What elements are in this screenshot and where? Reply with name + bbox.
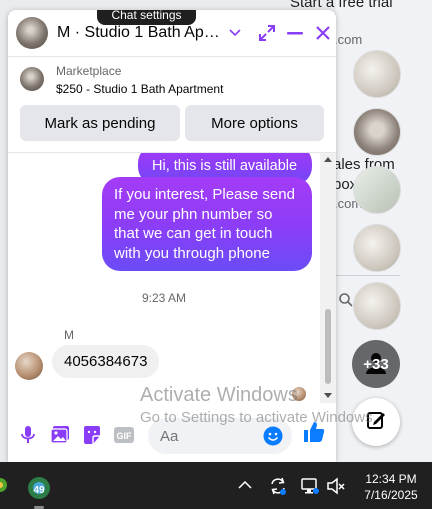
- taskbar-clock[interactable]: 12:34 PM 7/16/2025: [356, 471, 426, 503]
- microphone-icon[interactable]: [16, 423, 40, 447]
- background-search-icon[interactable]: [338, 292, 354, 308]
- sender-avatar[interactable]: [15, 352, 43, 380]
- contact-avatar[interactable]: [353, 224, 401, 272]
- clock-date: 7/16/2025: [364, 488, 418, 502]
- close-icon[interactable]: [311, 21, 335, 45]
- chevron-down-icon[interactable]: [223, 21, 247, 45]
- background-com-text: .com: [334, 32, 363, 47]
- weather-badge: 49: [33, 485, 45, 496]
- network-icon[interactable]: [300, 476, 320, 496]
- marketplace-listing-panel: Marketplace $250 - Studio 1 Bath Apartme…: [8, 57, 336, 153]
- svg-text:GIF: GIF: [117, 431, 133, 441]
- scroll-up-arrow-icon[interactable]: [324, 157, 332, 162]
- sync-icon[interactable]: [268, 476, 288, 496]
- more-contacts-badge: +33: [363, 355, 389, 373]
- emoji-icon[interactable]: [263, 426, 283, 451]
- contact-avatar[interactable]: [353, 282, 401, 330]
- scroll-down-arrow-icon[interactable]: [324, 393, 332, 398]
- clock-time: 12:34 PM: [365, 472, 417, 486]
- taskbar-app-icon[interactable]: [0, 476, 8, 494]
- marketplace-label: Marketplace: [56, 64, 122, 78]
- activation-watermark-subtitle: Go to Settings to activate Windows.: [140, 409, 377, 426]
- message-scrollbar[interactable]: [320, 153, 336, 403]
- chat-title[interactable]: M · Studio 1 Bath Apar...: [57, 24, 221, 42]
- listing-thumbnail[interactable]: [20, 67, 44, 91]
- photo-icon[interactable]: [48, 423, 72, 447]
- sender-name: M: [64, 328, 74, 342]
- mark-as-pending-button[interactable]: Mark as pending: [20, 105, 180, 141]
- contact-avatar[interactable]: [353, 108, 401, 156]
- more-contacts-button[interactable]: +33: [352, 340, 400, 388]
- minimize-icon[interactable]: [283, 21, 307, 45]
- contact-avatar[interactable]: [353, 166, 401, 214]
- contact-avatar[interactable]: [353, 50, 401, 98]
- message-list[interactable]: Hi, this is still available If you inter…: [8, 153, 320, 403]
- scrollbar-thumb[interactable]: [325, 309, 331, 384]
- chat-settings-tooltip: Chat settings: [97, 10, 196, 25]
- listing-title[interactable]: $250 - Studio 1 Bath Apartment: [56, 82, 223, 96]
- weather-widget[interactable]: 49: [26, 475, 52, 501]
- taskbar: 49 12:34 PM 7/16/2025: [0, 462, 432, 509]
- outgoing-message[interactable]: If you interest, Please send me your phn…: [102, 177, 312, 271]
- chevron-up-icon[interactable]: [237, 478, 253, 492]
- volume-muted-icon[interactable]: [326, 476, 346, 496]
- expand-icon[interactable]: [255, 21, 279, 45]
- incoming-message[interactable]: 4056384673: [52, 345, 160, 378]
- gif-icon[interactable]: GIF: [112, 423, 136, 447]
- background-divider: [333, 275, 400, 276]
- chat-avatar[interactable]: [16, 17, 48, 49]
- activation-watermark-title: Activate Windows: [140, 384, 298, 406]
- message-timestamp: 9:23 AM: [141, 291, 187, 305]
- more-options-button[interactable]: More options: [185, 105, 324, 141]
- sticker-icon[interactable]: [80, 423, 104, 447]
